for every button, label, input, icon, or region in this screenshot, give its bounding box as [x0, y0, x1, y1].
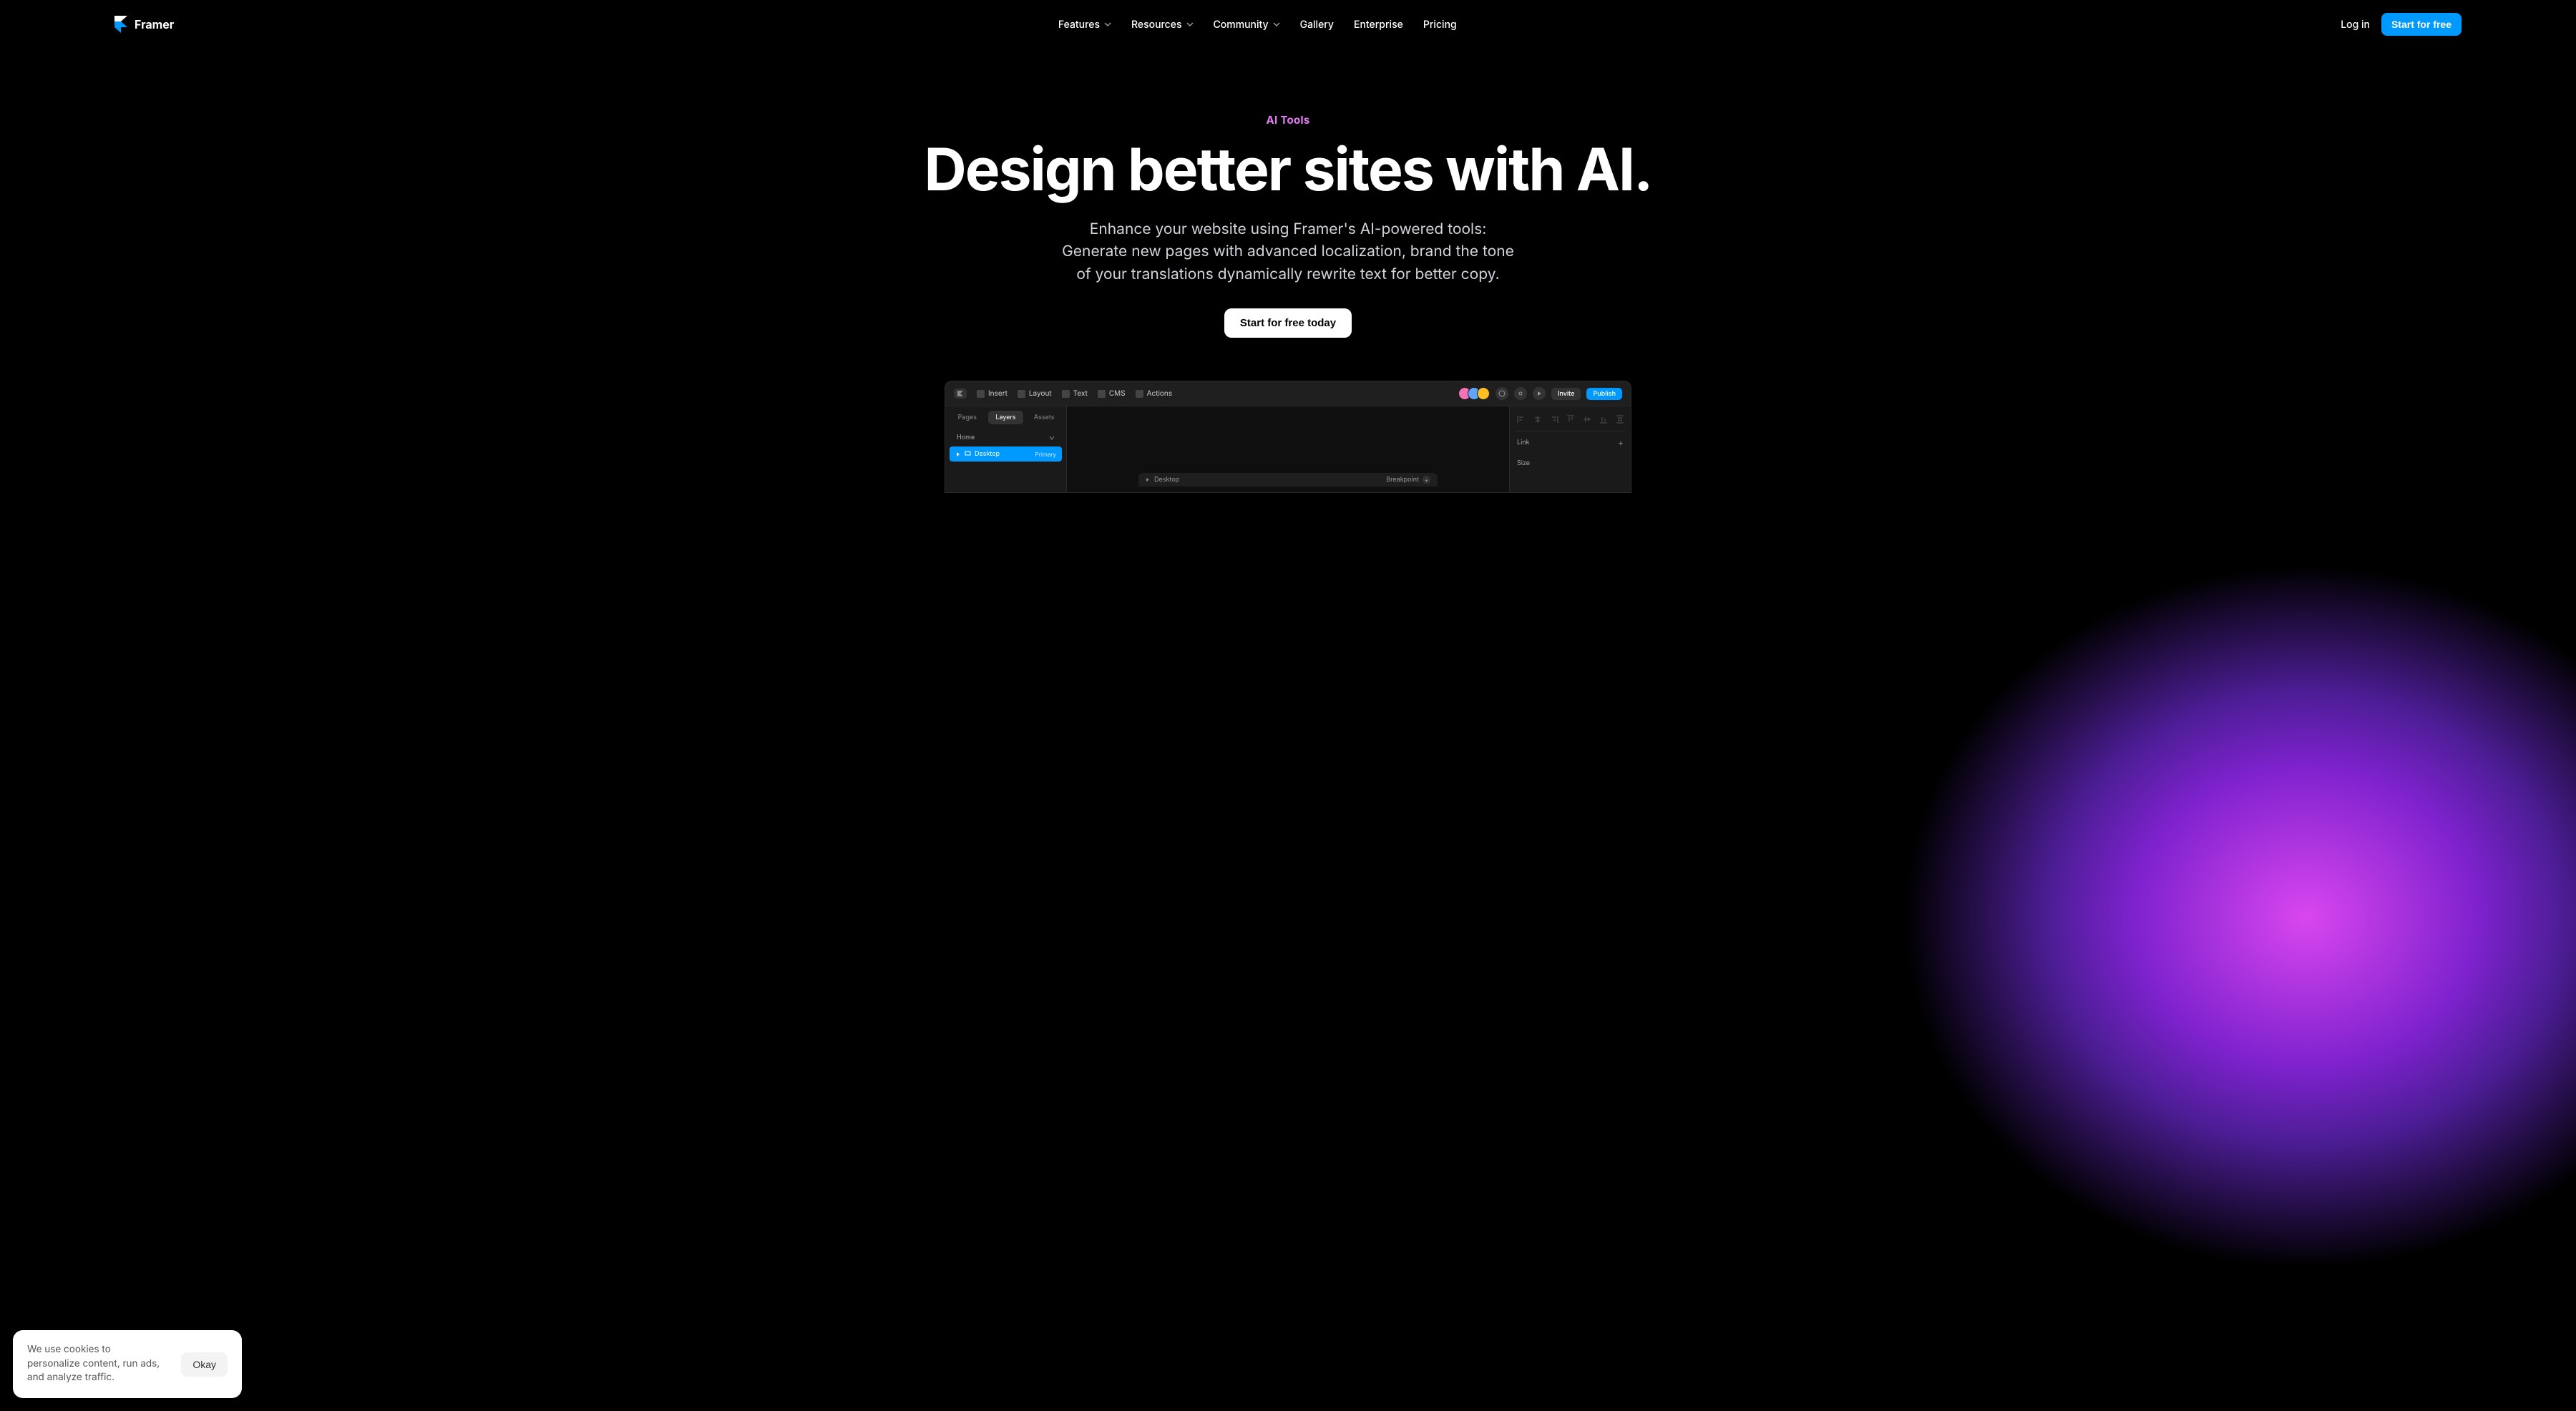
add-link-button[interactable]: + [1618, 437, 1624, 448]
globe-button[interactable] [1496, 387, 1508, 400]
publish-button[interactable]: Publish [1586, 388, 1622, 400]
toolbar-actions[interactable]: Actions [1136, 389, 1173, 398]
caret-icon [1146, 477, 1151, 482]
prop-size: Size [1516, 454, 1625, 473]
hero-cta-button[interactable]: Start for free today [1224, 308, 1352, 338]
nav-label: Gallery [1300, 19, 1334, 31]
cookie-text: We use cookies to personalize content, r… [27, 1343, 164, 1385]
invite-button[interactable]: Invite [1551, 388, 1581, 400]
globe-icon [1498, 390, 1506, 397]
toolbar-insert[interactable]: Insert [977, 389, 1008, 398]
nav-label: Enterprise [1354, 19, 1403, 31]
cookie-accept-button[interactable]: Okay [181, 1352, 228, 1377]
nav-community[interactable]: Community [1214, 19, 1280, 31]
app-sidebar: Pages Layers Assets Home Desktop [945, 406, 1067, 492]
app-logo-menu[interactable] [954, 389, 967, 399]
chevron-down-icon [1049, 435, 1055, 441]
toolbar-cms[interactable]: CMS [1098, 389, 1126, 398]
tab-layers[interactable]: Layers [988, 411, 1024, 424]
hero-eyebrow: AI Tools [14, 113, 2562, 127]
toolbar-layout[interactable]: Layout [1018, 389, 1052, 398]
collaborator-avatars[interactable] [1462, 387, 1490, 400]
topbar-left: Insert Layout Text CMS Actions [954, 389, 1172, 399]
nav-enterprise[interactable]: Enterprise [1354, 19, 1403, 31]
nav-center: Features Resources Community Gallery Ent… [1058, 19, 1457, 31]
toolbar-label: Actions [1147, 389, 1173, 398]
nav-resources[interactable]: Resources [1131, 19, 1194, 31]
nav-label: Features [1058, 19, 1100, 31]
align-center-h-icon[interactable] [1533, 415, 1542, 424]
logo-text: Framer [135, 17, 174, 31]
layout-icon [1018, 390, 1025, 398]
start-free-button[interactable]: Start for free [2381, 13, 2462, 36]
app-mockup-wrap: Insert Layout Text CMS Actions Invite [0, 381, 2576, 493]
play-button[interactable] [1533, 387, 1546, 400]
topbar-right: Invite Publish [1462, 387, 1622, 400]
sidebar-label: Desktop [975, 450, 1000, 458]
gear-icon [1517, 390, 1524, 397]
cookie-banner: We use cookies to personalize content, r… [13, 1330, 242, 1398]
toolbar-label: Text [1073, 389, 1088, 398]
toolbar-text[interactable]: Text [1062, 389, 1088, 398]
prop-link: Link + [1516, 431, 1625, 454]
caret-icon [955, 451, 961, 457]
avatar [1477, 387, 1490, 400]
add-breakpoint-icon[interactable]: + [1423, 476, 1430, 484]
nav-features[interactable]: Features [1058, 19, 1111, 31]
chevron-down-icon [1186, 21, 1194, 28]
breakpoint-label: Breakpoint [1386, 476, 1419, 484]
app-topbar: Insert Layout Text CMS Actions Invite [945, 381, 1631, 406]
align-top-icon[interactable] [1566, 415, 1575, 424]
tab-pages[interactable]: Pages [950, 411, 985, 424]
main-nav: Framer Features Resources Community Gall… [0, 0, 2576, 49]
settings-button[interactable] [1514, 387, 1527, 400]
primary-tag: Primary [1035, 451, 1056, 458]
hero-subtitle: Enhance your website using Framer's AI-p… [1059, 218, 1517, 286]
distribute-icon[interactable] [1616, 415, 1624, 424]
toolbar-label: CMS [1109, 389, 1126, 398]
login-link[interactable]: Log in [2341, 19, 2370, 31]
align-center-v-icon[interactable] [1583, 415, 1591, 424]
chevron-down-icon [1104, 21, 1111, 28]
sidebar-desktop-row[interactable]: Desktop Primary [950, 446, 1062, 462]
hero-section: AI Tools Design better sites with AI. En… [0, 49, 2576, 381]
sidebar-label: Home [957, 434, 975, 441]
align-left-icon[interactable] [1517, 415, 1526, 424]
sidebar-home-row[interactable]: Home [950, 430, 1062, 445]
canvas-frame-header[interactable]: Desktop Breakpoint + [1138, 473, 1438, 487]
framer-mini-icon [957, 390, 964, 397]
align-bottom-icon[interactable] [1599, 415, 1608, 424]
text-icon [1062, 390, 1070, 398]
app-canvas[interactable]: Desktop Breakpoint + [1067, 406, 1509, 492]
nav-pricing[interactable]: Pricing [1423, 19, 1457, 31]
nav-label: Pricing [1423, 19, 1457, 31]
cms-icon [1098, 390, 1106, 398]
app-mockup: Insert Layout Text CMS Actions Invite [945, 381, 1631, 493]
nav-gallery[interactable]: Gallery [1300, 19, 1334, 31]
hero-headline: Design better sites with AI. [14, 140, 2562, 200]
tab-assets[interactable]: Assets [1026, 411, 1062, 424]
canvas-label: Desktop [1154, 476, 1179, 484]
prop-label: Link [1517, 439, 1530, 446]
app-body: Pages Layers Assets Home Desktop [945, 406, 1631, 492]
nav-label: Community [1214, 19, 1269, 31]
nav-label: Resources [1131, 19, 1182, 31]
toolbar-label: Insert [988, 389, 1008, 398]
app-right-panel: Link + Size [1509, 406, 1631, 492]
actions-icon [1136, 390, 1143, 398]
toolbar-label: Layout [1029, 389, 1052, 398]
nav-right: Log in Start for free [2341, 13, 2462, 36]
prop-label: Size [1517, 459, 1530, 467]
align-controls [1516, 412, 1625, 431]
sidebar-tabs: Pages Layers Assets [945, 406, 1066, 429]
framer-logo-icon [114, 16, 127, 33]
chevron-down-icon [1273, 21, 1280, 28]
play-icon [1536, 390, 1543, 397]
desktop-icon [965, 451, 971, 457]
align-right-icon[interactable] [1550, 415, 1558, 424]
logo[interactable]: Framer [114, 16, 174, 33]
plus-icon [977, 390, 985, 398]
